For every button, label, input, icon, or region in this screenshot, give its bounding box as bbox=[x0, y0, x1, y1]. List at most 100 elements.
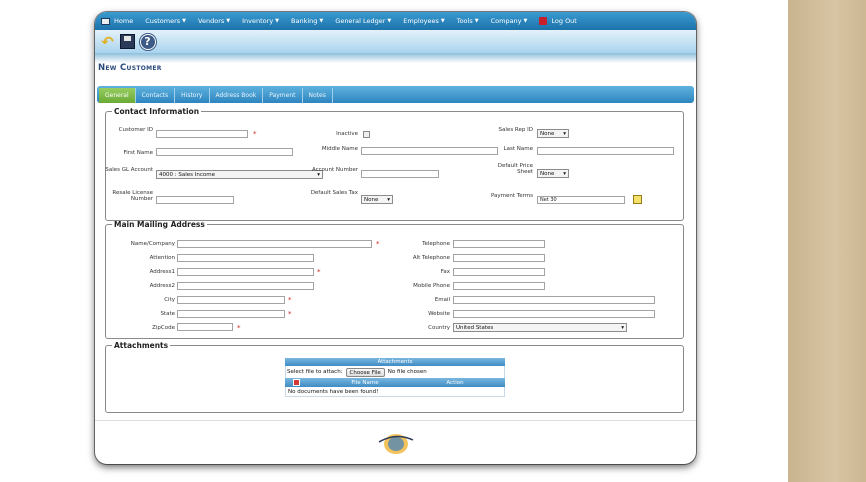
mobile-phone-input[interactable] bbox=[453, 282, 545, 290]
menu-label: Customers bbox=[145, 17, 181, 25]
required-marker: * bbox=[237, 324, 241, 332]
middle-name-label: Middle Name bbox=[321, 146, 358, 152]
mailing-address-section: Main Mailing Address bbox=[105, 220, 684, 339]
city-input[interactable] bbox=[177, 296, 285, 304]
action-column-header: Action bbox=[446, 379, 464, 386]
file-select-row: Select file to attach: Choose File No fi… bbox=[285, 366, 505, 378]
menu-tools[interactable]: Tools ▼ bbox=[451, 17, 485, 25]
email-input[interactable] bbox=[453, 296, 655, 304]
email-label: Email bbox=[434, 297, 450, 303]
sales-tax-value: None bbox=[364, 196, 379, 203]
required-marker: * bbox=[288, 310, 292, 318]
country-select[interactable]: United States ▾ bbox=[453, 323, 627, 332]
app-window: Home Customers ▼ Vendors ▼ Inventory ▼ Bank… bbox=[95, 12, 696, 464]
chevron-down-icon: ▼ bbox=[440, 18, 445, 24]
chevron-down-icon: ▼ bbox=[226, 18, 231, 24]
menu-customers[interactable]: Customers ▼ bbox=[139, 17, 192, 25]
menu-label: Inventory bbox=[242, 17, 274, 25]
resale-license-label: Resale License Number bbox=[112, 190, 153, 202]
menu-home-label: Home bbox=[114, 17, 134, 25]
tab-payment[interactable]: Payment bbox=[263, 88, 303, 103]
account-number-label: Account Number bbox=[311, 167, 358, 173]
required-marker: * bbox=[376, 240, 380, 248]
address1-input[interactable] bbox=[177, 268, 314, 276]
telephone-label: Telephone bbox=[422, 241, 450, 247]
payment-terms-input[interactable]: Net 30 bbox=[537, 196, 625, 204]
chevron-down-icon: ▼ bbox=[319, 18, 324, 24]
sales-rep-value: None bbox=[540, 130, 555, 137]
sales-rep-select[interactable]: None ▾ bbox=[537, 129, 569, 138]
help-button[interactable]: ? bbox=[139, 33, 156, 50]
last-name-input[interactable] bbox=[537, 147, 674, 155]
menu-label: Vendors bbox=[198, 17, 225, 25]
menu-vendors[interactable]: Vendors ▼ bbox=[192, 17, 236, 25]
chevron-down-icon: ▼ bbox=[474, 18, 479, 24]
inactive-checkbox[interactable] bbox=[363, 131, 370, 138]
sales-tax-select[interactable]: None ▾ bbox=[361, 195, 393, 204]
zipcode-label: ZipCode bbox=[152, 325, 175, 331]
country-value: United States bbox=[456, 324, 494, 331]
customer-id-label: Customer ID bbox=[118, 127, 153, 133]
attachments-table: Attachments Select file to attach: Choos… bbox=[285, 358, 505, 397]
fax-input[interactable] bbox=[453, 268, 545, 276]
state-input[interactable] bbox=[177, 310, 285, 318]
toolbar: ↶ ? bbox=[95, 30, 696, 53]
resale-license-input[interactable] bbox=[156, 196, 234, 204]
choose-file-button[interactable]: Choose File bbox=[345, 367, 385, 377]
chevron-down-icon: ▾ bbox=[563, 130, 566, 137]
sales-gl-value: 4000 : Sales Income bbox=[159, 171, 215, 178]
country-label: Country bbox=[428, 325, 450, 331]
chevron-down-icon: ▼ bbox=[275, 18, 280, 24]
required-marker: * bbox=[288, 296, 292, 304]
attachments-legend: Attachments bbox=[114, 341, 169, 350]
tab-address-book[interactable]: Address Book bbox=[210, 88, 264, 103]
note-icon[interactable] bbox=[633, 195, 642, 204]
tab-contacts[interactable]: Contacts bbox=[136, 88, 176, 103]
chevron-down-icon: ▾ bbox=[563, 170, 566, 177]
menu-banking[interactable]: Banking ▼ bbox=[285, 17, 329, 25]
telephone-input[interactable] bbox=[453, 240, 545, 248]
first-name-input[interactable] bbox=[156, 148, 293, 156]
default-price-sheet-label: Default Price Sheet bbox=[497, 163, 533, 175]
name-company-label: Name/Company bbox=[130, 241, 175, 247]
menu-general-ledger[interactable]: General Ledger ▼ bbox=[329, 17, 397, 25]
back-button[interactable]: ↶ bbox=[99, 33, 116, 51]
logout-icon bbox=[539, 17, 548, 25]
default-sales-tax-label: Default Sales Tax bbox=[310, 190, 358, 196]
attachments-empty-message: No documents have been found! bbox=[285, 387, 505, 397]
delete-icon[interactable] bbox=[293, 379, 300, 386]
menu-inventory[interactable]: Inventory ▼ bbox=[236, 17, 285, 25]
toolbar-shadow bbox=[95, 53, 696, 63]
chevron-down-icon: ▼ bbox=[182, 18, 187, 24]
attachments-column-headers: File Name Action bbox=[285, 378, 505, 387]
tab-history[interactable]: History bbox=[175, 88, 210, 103]
attention-input[interactable] bbox=[177, 254, 314, 262]
middle-name-input[interactable] bbox=[361, 147, 498, 155]
website-input[interactable] bbox=[453, 310, 655, 318]
sales-gl-account-select[interactable]: 4000 : Sales Income ▾ bbox=[156, 170, 323, 179]
attachments-table-title: Attachments bbox=[285, 358, 505, 366]
account-number-input[interactable] bbox=[361, 170, 439, 178]
company-logo bbox=[378, 434, 414, 454]
address1-label: Address1 bbox=[149, 269, 175, 275]
alt-telephone-input[interactable] bbox=[453, 254, 545, 262]
save-button[interactable] bbox=[119, 33, 136, 50]
zipcode-input[interactable] bbox=[177, 323, 233, 331]
footer-divider bbox=[95, 420, 696, 421]
required-marker: * bbox=[317, 268, 321, 276]
tab-general[interactable]: General bbox=[99, 88, 136, 103]
file-name-column-header: File Name bbox=[351, 379, 379, 386]
menu-company[interactable]: Company ▼ bbox=[485, 17, 534, 25]
menu-logout[interactable]: Log Out bbox=[533, 17, 582, 25]
name-company-input[interactable] bbox=[177, 240, 372, 248]
save-icon bbox=[120, 34, 135, 49]
chevron-down-icon: ▼ bbox=[523, 18, 528, 24]
tab-notes[interactable]: Notes bbox=[303, 88, 333, 103]
price-sheet-select[interactable]: None ▾ bbox=[537, 169, 569, 178]
menu-employees[interactable]: Employees ▼ bbox=[397, 17, 450, 25]
menu-label: Tools bbox=[456, 17, 473, 25]
chevron-down-icon: ▾ bbox=[387, 196, 390, 203]
address2-input[interactable] bbox=[177, 282, 314, 290]
customer-id-input[interactable] bbox=[156, 130, 248, 138]
menu-home[interactable]: Home bbox=[95, 17, 139, 25]
